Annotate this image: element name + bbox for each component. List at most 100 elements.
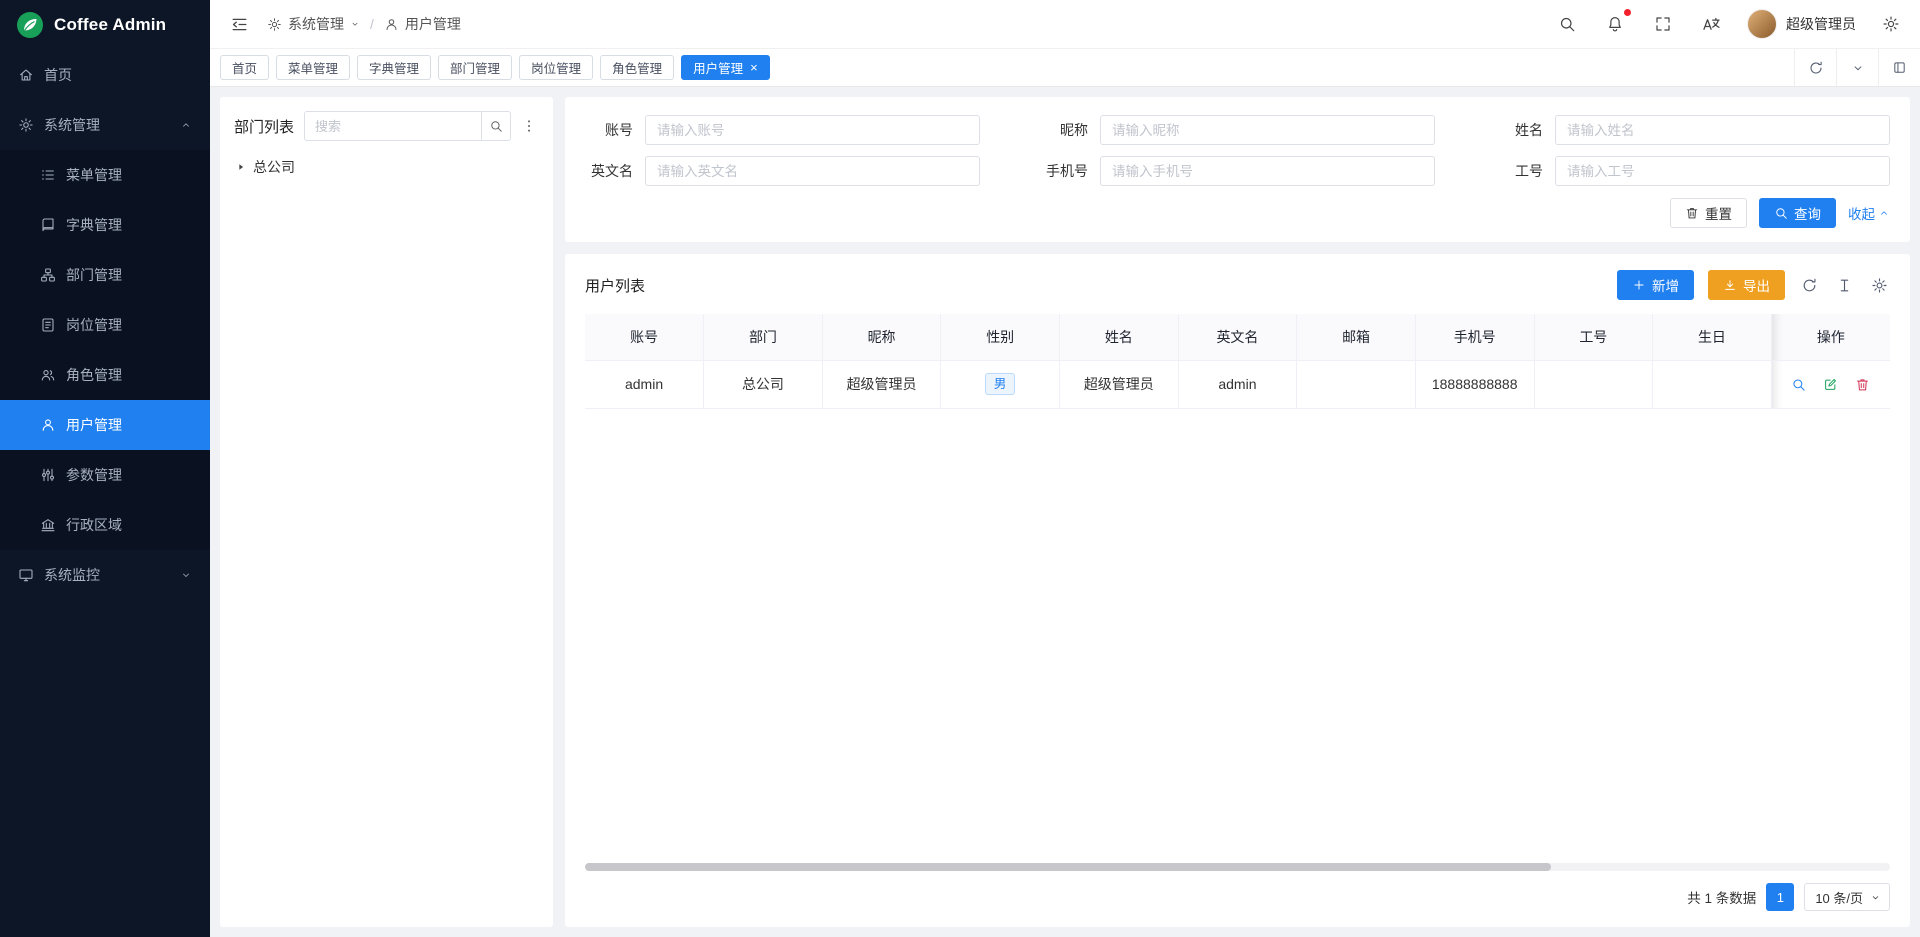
page-1-button[interactable]: 1 xyxy=(1766,883,1794,911)
row-view-button[interactable] xyxy=(1789,375,1808,394)
sidebar-item-label: 系统监控 xyxy=(44,565,100,585)
sidebar-item-home[interactable]: 首页 xyxy=(0,50,210,100)
export-button[interactable]: 导出 xyxy=(1708,270,1785,300)
search-form-grid: 账号 昵称 姓名 英文名 xyxy=(585,115,1890,186)
cell-english-name: admin xyxy=(1178,360,1297,408)
user-menu[interactable]: 超级管理员 xyxy=(1747,9,1856,39)
query-button-label: 查询 xyxy=(1794,203,1821,223)
layout-toggle-button[interactable] xyxy=(1878,49,1920,86)
account-input[interactable] xyxy=(645,115,980,145)
tab-user-management[interactable]: 用户管理 × xyxy=(681,55,770,80)
chevron-down-icon xyxy=(180,569,192,581)
nickname-input[interactable] xyxy=(1100,115,1435,145)
horizontal-scrollbar-thumb[interactable] xyxy=(585,863,1551,871)
header-search-button[interactable] xyxy=(1554,11,1580,37)
collapse-filters-button[interactable]: 收起 xyxy=(1848,203,1890,223)
gear-icon xyxy=(18,117,34,133)
phone-input[interactable] xyxy=(1100,156,1435,186)
sidebar-menu: 首页 系统管理 菜单管理 字典管理 部门管理 岗位管理 xyxy=(0,50,210,937)
department-search-input[interactable] xyxy=(304,111,481,141)
chevron-down-icon xyxy=(1870,892,1881,903)
row-delete-button[interactable] xyxy=(1853,375,1872,394)
column-header-name: 姓名 xyxy=(1060,314,1179,360)
row-edit-button[interactable] xyxy=(1821,375,1840,394)
cell-job-number xyxy=(1534,360,1653,408)
job-number-input[interactable] xyxy=(1555,156,1890,186)
sidebar-item-post-management[interactable]: 岗位管理 xyxy=(0,300,210,350)
fullscreen-button[interactable] xyxy=(1650,11,1676,37)
add-user-button[interactable]: 新增 xyxy=(1617,270,1694,300)
logo-leaf-icon xyxy=(16,11,44,39)
tree-expand-caret-icon[interactable] xyxy=(236,162,246,172)
tab-home[interactable]: 首页 xyxy=(220,55,269,80)
reset-button[interactable]: 重置 xyxy=(1670,198,1747,228)
sidebar-item-role-management[interactable]: 角色管理 xyxy=(0,350,210,400)
sidebar-item-admin-region[interactable]: 行政区域 xyxy=(0,500,210,550)
page-size-select[interactable]: 10 条/页 xyxy=(1804,883,1890,911)
breadcrumb-user-management[interactable]: 用户管理 xyxy=(384,14,461,34)
tab-refresh-button[interactable] xyxy=(1794,49,1836,86)
sidebar-item-label: 参数管理 xyxy=(66,465,122,485)
cell-phone: 18888888888 xyxy=(1415,360,1534,408)
sidebar-item-label: 行政区域 xyxy=(66,515,122,535)
settings-button[interactable] xyxy=(1878,11,1904,37)
table-density-button[interactable] xyxy=(1834,275,1855,296)
tab-menu-management[interactable]: 菜单管理 xyxy=(276,55,350,80)
tab-options-button[interactable] xyxy=(1836,49,1878,86)
app-title: Coffee Admin xyxy=(54,15,166,35)
table-refresh-button[interactable] xyxy=(1799,275,1820,296)
english-name-label: 英文名 xyxy=(585,161,633,181)
department-tree: 总公司 xyxy=(234,153,539,181)
sidebar-item-menu-management[interactable]: 菜单管理 xyxy=(0,150,210,200)
horizontal-scrollbar-track[interactable] xyxy=(585,863,1890,871)
breadcrumb-system-management[interactable]: 系统管理 xyxy=(267,14,360,34)
sidebar: Coffee Admin 首页 系统管理 菜单管理 字典管理 部门管理 xyxy=(0,0,210,937)
sidebar-item-department-management[interactable]: 部门管理 xyxy=(0,250,210,300)
plus-icon xyxy=(1632,278,1646,292)
tabs-bar: 首页 菜单管理 字典管理 部门管理 岗位管理 角色管理 用户管理 × xyxy=(210,49,1920,87)
breadcrumb: 系统管理 / 用户管理 xyxy=(267,14,461,34)
department-search-button[interactable] xyxy=(481,111,511,141)
user-icon xyxy=(40,417,56,433)
gear-icon xyxy=(267,17,282,32)
english-name-input[interactable] xyxy=(645,156,980,186)
table-settings-button[interactable] xyxy=(1869,275,1890,296)
tab-close-icon[interactable]: × xyxy=(750,61,758,74)
tab-role-management[interactable]: 角色管理 xyxy=(600,55,674,80)
column-header-email: 邮箱 xyxy=(1297,314,1416,360)
tree-node-head-office[interactable]: 总公司 xyxy=(234,153,539,181)
name-input[interactable] xyxy=(1555,115,1890,145)
tab-department-management[interactable]: 部门管理 xyxy=(438,55,512,80)
sidebar-item-user-management[interactable]: 用户管理 xyxy=(0,400,210,450)
chevron-up-icon xyxy=(1878,207,1890,219)
user-list-header: 用户列表 新增 导出 xyxy=(585,270,1890,300)
menu-fold-icon xyxy=(230,15,249,34)
sidebar-item-system-monitor[interactable]: 系统监控 xyxy=(0,550,210,600)
tab-dictionary-management[interactable]: 字典管理 xyxy=(357,55,431,80)
user-icon xyxy=(384,17,399,32)
sidebar-collapse-button[interactable] xyxy=(226,11,253,38)
translate-icon xyxy=(1702,15,1721,34)
cell-operations xyxy=(1771,360,1890,408)
tab-post-management[interactable]: 岗位管理 xyxy=(519,55,593,80)
page-size-value: 10 条/页 xyxy=(1815,888,1863,907)
trash-icon xyxy=(1855,377,1870,392)
tree-node-label: 总公司 xyxy=(253,157,295,177)
tab-label: 角色管理 xyxy=(612,58,662,77)
translate-button[interactable] xyxy=(1698,11,1725,38)
account-label: 账号 xyxy=(585,120,633,140)
notification-badge-dot xyxy=(1624,9,1631,16)
notifications-button[interactable] xyxy=(1602,11,1628,37)
top-header: 系统管理 / 用户管理 xyxy=(210,0,1920,49)
department-more-button[interactable] xyxy=(519,116,539,136)
dictionary-icon xyxy=(40,217,56,233)
query-button[interactable]: 查询 xyxy=(1759,198,1836,228)
sidebar-item-label: 菜单管理 xyxy=(66,165,122,185)
app-logo[interactable]: Coffee Admin xyxy=(0,0,210,50)
sidebar-item-label: 岗位管理 xyxy=(66,315,122,335)
name-label: 姓名 xyxy=(1495,120,1543,140)
sidebar-item-dictionary-management[interactable]: 字典管理 xyxy=(0,200,210,250)
user-list-actions: 新增 导出 xyxy=(1617,270,1890,300)
sidebar-item-parameter-management[interactable]: 参数管理 xyxy=(0,450,210,500)
sidebar-item-system-management[interactable]: 系统管理 xyxy=(0,100,210,150)
